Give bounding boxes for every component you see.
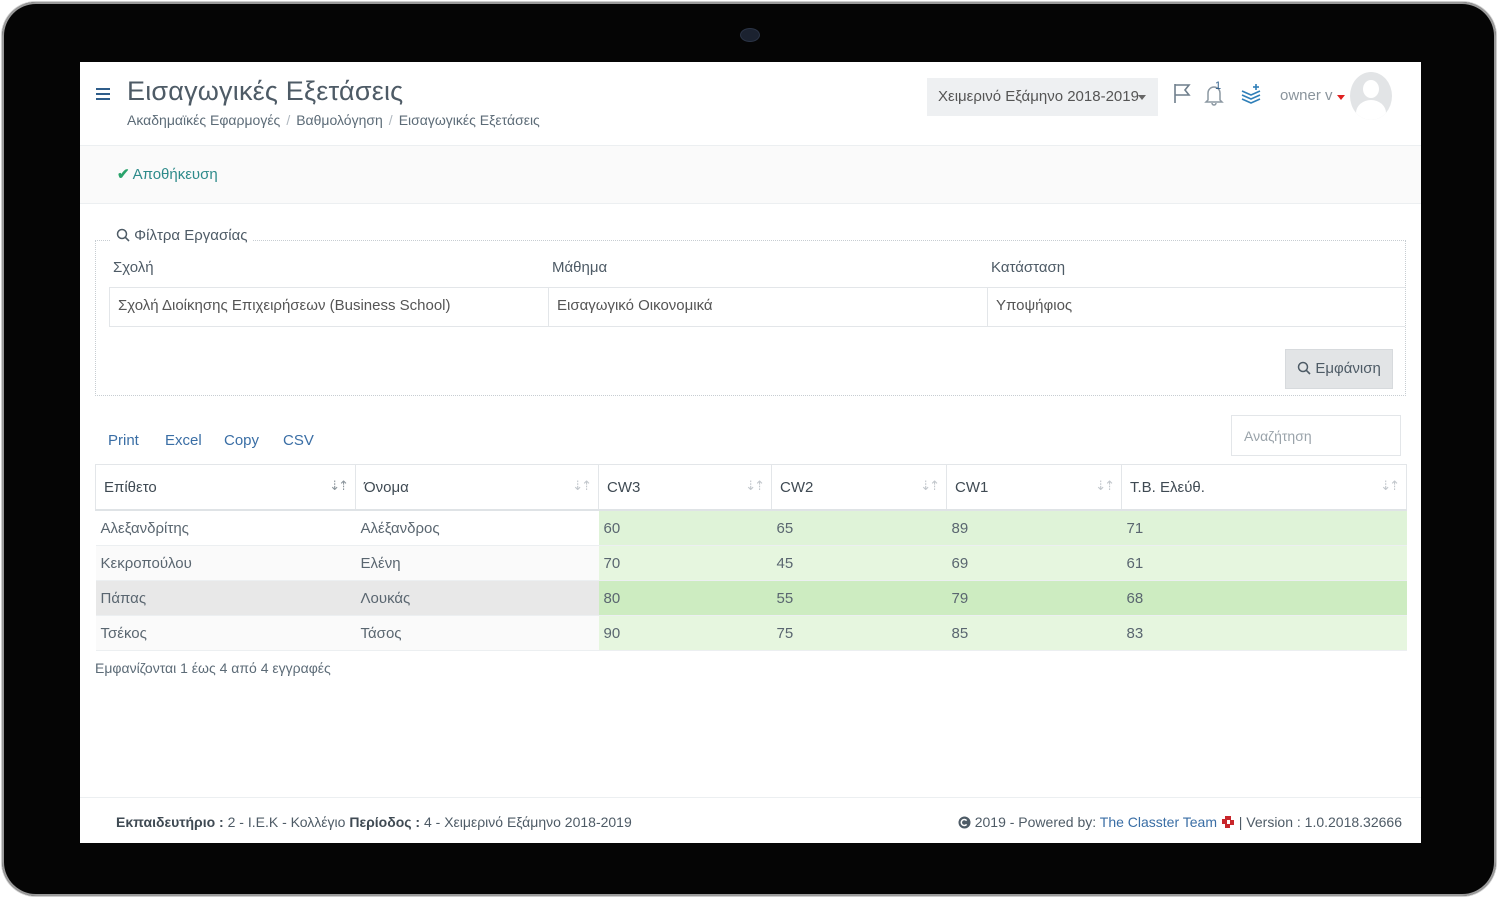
search-icon xyxy=(1297,361,1311,375)
sort-icon[interactable]: ⇣⇡ xyxy=(572,478,592,494)
course-select[interactable]: Εισαγωγικό Οικονομικά xyxy=(548,287,988,327)
search-input[interactable] xyxy=(1231,415,1401,456)
breadcrumb-item: Εισαγωγικές Εξετάσεις xyxy=(398,112,540,128)
grades-table: Επίθετο ⇣⇡ Όνομα ⇣⇡ CW3 ⇣⇡ CW2 ⇣⇡ CW1 ⇣⇡ Τ.Β.… xyxy=(95,464,1407,651)
sort-icon[interactable]: ⇣⇡ xyxy=(1095,478,1115,494)
table-row[interactable]: Τσέκος Τάσος 90 75 85 83 xyxy=(95,615,1407,651)
table-header-row: Επίθετο ⇣⇡ Όνομα ⇣⇡ CW3 ⇣⇡ CW2 ⇣⇡ CW1 ⇣⇡ Τ.Β.… xyxy=(95,464,1407,511)
check-icon: ✔ xyxy=(117,166,130,183)
powered-prefix: 2019 - Powered by: xyxy=(974,814,1100,830)
show-button[interactable]: Εμφάνιση xyxy=(1285,349,1393,389)
cell-cw3[interactable]: 80 xyxy=(598,580,772,616)
copyright-icon xyxy=(958,816,971,829)
version-info: | Version : 1.0.2018.32666 xyxy=(1238,814,1402,830)
cell-cw1[interactable]: 85 xyxy=(946,615,1122,651)
school-label: Σχολή xyxy=(113,259,154,276)
cell-cw3[interactable]: 70 xyxy=(598,545,772,581)
table-row[interactable]: Πάπας Λουκάς 80 55 79 68 xyxy=(95,580,1407,616)
training-value: 2 - Ι.Ε.Κ - Κολλέγιο xyxy=(223,814,350,830)
cell-name: Λουκάς xyxy=(355,580,599,616)
cell-name: Ελένη xyxy=(355,545,599,581)
caret-down-icon xyxy=(1138,95,1146,100)
export-excel-button[interactable]: Excel xyxy=(165,432,202,449)
breadcrumb: Ακαδημαϊκές Εφαρμογές / Βαθμολόγηση / Εισαγω… xyxy=(127,112,540,128)
training-label: Εκπαιδευτήριο : xyxy=(116,814,224,830)
layers-icon[interactable] xyxy=(1240,83,1262,105)
table-row[interactable]: Αλεξανδρίτης Αλέξανδρος 60 65 89 71 xyxy=(95,510,1407,546)
sort-icon[interactable]: ⇣⇡ xyxy=(920,478,940,494)
breadcrumb-item[interactable]: Ακαδημαϊκές Εφαρμογές xyxy=(127,112,280,128)
cell-final-grade[interactable]: 83 xyxy=(1121,615,1407,651)
footer-context: Εκπαιδευτήριο : 2 - Ι.Ε.Κ - Κολλέγιο Περ… xyxy=(116,814,632,830)
cell-name: Τάσος xyxy=(355,615,599,651)
cell-final-grade[interactable]: 68 xyxy=(1121,580,1407,616)
sort-icon[interactable]: ⇣⇡ xyxy=(745,478,765,494)
save-label: Αποθήκευση xyxy=(132,166,218,183)
save-button[interactable]: ✔ Αποθήκευση xyxy=(117,165,218,183)
caret-down-icon[interactable] xyxy=(1337,95,1345,100)
cell-cw3[interactable]: 60 xyxy=(598,510,772,546)
cell-name: Αλέξανδρος xyxy=(355,510,599,546)
tablet-frame: Εισαγωγικές Εξετάσεις Ακαδημαϊκές Εφαρμο… xyxy=(2,2,1496,896)
cell-cw3[interactable]: 90 xyxy=(598,615,772,651)
export-csv-button[interactable]: CSV xyxy=(283,432,314,449)
column-header-cw3[interactable]: CW3 ⇣⇡ xyxy=(598,464,772,511)
filter-legend-label: Φίλτρα Εργασίας xyxy=(134,227,248,244)
search-icon xyxy=(116,228,130,242)
export-copy-button[interactable]: Copy xyxy=(224,432,259,449)
filter-fieldset: Φίλτρα Εργασίας Σχολή Μάθημα Κατάσταση Σ… xyxy=(95,227,1406,396)
filter-legend: Φίλτρα Εργασίας xyxy=(110,227,254,244)
column-header-cw1[interactable]: CW1 ⇣⇡ xyxy=(946,464,1122,511)
camera xyxy=(740,28,760,42)
menu-icon[interactable] xyxy=(96,88,110,101)
breadcrumb-item[interactable]: Βαθμολόγηση xyxy=(296,112,383,128)
period-value: 4 - Χειμερινό Εξάμηνο 2018-2019 xyxy=(420,814,632,830)
table-info: Εμφανίζονται 1 έως 4 από 4 εγγραφές xyxy=(95,660,331,676)
semester-label: Χειμερινό Εξάμηνο 2018-2019 xyxy=(938,88,1139,105)
sort-icon[interactable]: ⇣⇡ xyxy=(1380,478,1400,494)
status-label: Κατάσταση xyxy=(991,259,1066,276)
cell-surname: Πάπας xyxy=(95,580,356,616)
cell-surname: Κεκροπούλου xyxy=(95,545,356,581)
cell-cw1[interactable]: 79 xyxy=(946,580,1122,616)
cell-cw1[interactable]: 69 xyxy=(946,545,1122,581)
column-header-name[interactable]: Όνομα ⇣⇡ xyxy=(355,464,599,511)
page-title: Εισαγωγικές Εξετάσεις xyxy=(127,76,404,106)
action-bar: ✔ Αποθήκευση xyxy=(80,146,1421,204)
footer: Εκπαιδευτήριο : 2 - Ι.Ε.Κ - Κολλέγιο Περ… xyxy=(80,797,1421,843)
app-screen: Εισαγωγικές Εξετάσεις Ακαδημαϊκές Εφαρμο… xyxy=(80,62,1421,843)
cell-final-grade[interactable]: 61 xyxy=(1121,545,1407,581)
sort-icon[interactable]: ⇣⇡ xyxy=(329,478,349,494)
cell-cw2[interactable]: 45 xyxy=(771,545,947,581)
flag-icon[interactable] xyxy=(1172,82,1192,104)
status-select[interactable]: Υποψήφιος xyxy=(987,287,1405,327)
classter-team-link[interactable]: The Classter Team xyxy=(1100,814,1217,830)
top-header: Εισαγωγικές Εξετάσεις Ακαδημαϊκές Εφαρμο… xyxy=(80,62,1421,146)
cell-surname: Τσέκος xyxy=(95,615,356,651)
period-label: Περίοδος : xyxy=(349,814,421,830)
cell-cw2[interactable]: 75 xyxy=(771,615,947,651)
course-label: Μάθημα xyxy=(552,259,608,276)
footer-credits: 2019 - Powered by: The Classter Team | V… xyxy=(958,814,1402,830)
school-select[interactable]: Σχολή Διοίκησης Επιχειρήσεων (Business S… xyxy=(109,287,549,327)
cell-cw1[interactable]: 89 xyxy=(946,510,1122,546)
column-header-surname[interactable]: Επίθετο ⇣⇡ xyxy=(95,464,356,511)
table-row[interactable]: Κεκροπούλου Ελένη 70 45 69 61 xyxy=(95,545,1407,581)
notification-badge: 1 xyxy=(1215,80,1222,92)
avatar[interactable] xyxy=(1350,72,1392,120)
cell-final-grade[interactable]: 71 xyxy=(1121,510,1407,546)
show-label: Εμφάνιση xyxy=(1315,360,1381,377)
classter-logo-icon xyxy=(1221,816,1234,828)
cell-cw2[interactable]: 55 xyxy=(771,580,947,616)
user-menu[interactable]: owner v xyxy=(1280,87,1333,104)
export-print-button[interactable]: Print xyxy=(108,432,139,449)
semester-dropdown[interactable]: Χειμερινό Εξάμηνο 2018-2019 xyxy=(927,78,1158,116)
cell-cw2[interactable]: 65 xyxy=(771,510,947,546)
column-header-cw2[interactable]: CW2 ⇣⇡ xyxy=(771,464,947,511)
column-header-final-grade[interactable]: Τ.Β. Ελεύθ. ⇣⇡ xyxy=(1121,464,1407,511)
cell-surname: Αλεξανδρίτης xyxy=(95,510,356,546)
